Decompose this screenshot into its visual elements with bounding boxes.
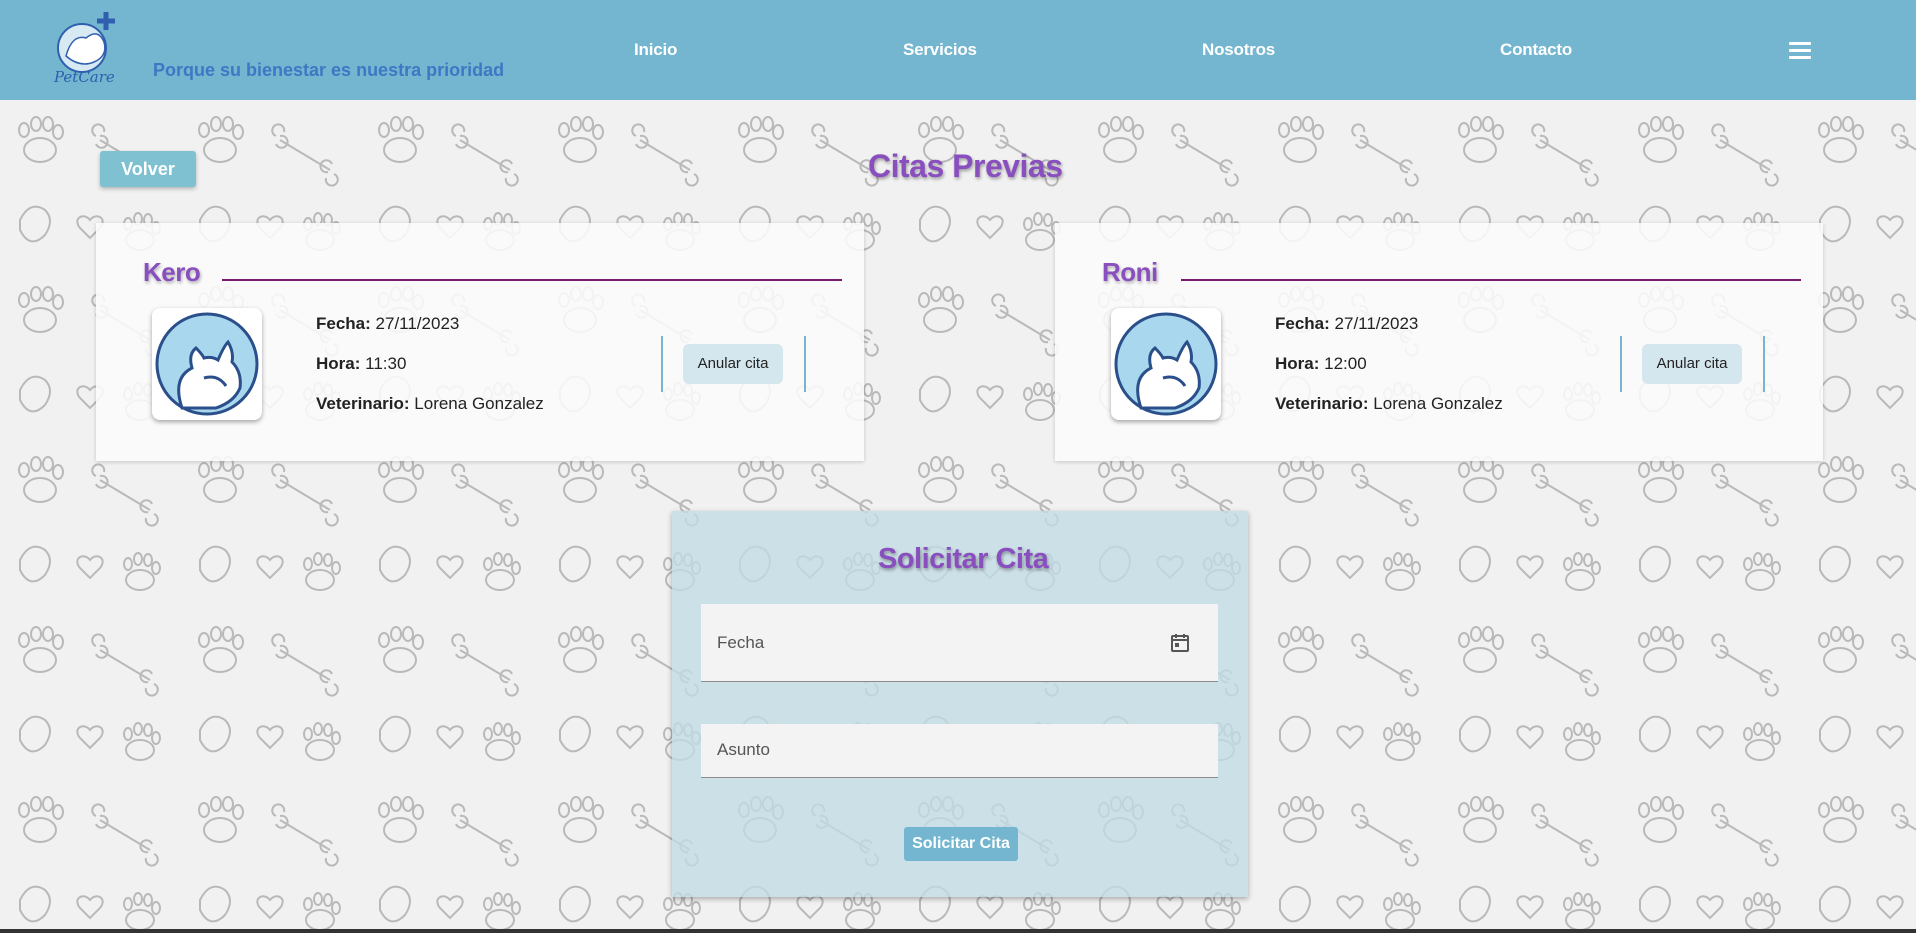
title-divider (1181, 279, 1801, 281)
vet-row: Veterinario: Lorena Gonzalez (1275, 394, 1503, 414)
fecha-field[interactable]: Fecha (701, 604, 1218, 682)
tagline: Porque su bienestar es nuestra prioridad (153, 60, 505, 80)
pet-avatar-icon (152, 308, 262, 420)
hora-row: Hora: 11:30 (316, 354, 406, 374)
title-divider (222, 279, 842, 281)
bottom-border (0, 929, 1916, 933)
hora-value: 12:00 (1324, 354, 1367, 373)
button-divider (804, 336, 806, 392)
request-appointment-form: Solicitar Cita Fecha Asunto Solicitar Ci… (672, 511, 1248, 897)
appointment-card: Roni Fecha: 27/11/2023 Hora: 12:00 Veter… (1055, 223, 1823, 461)
pet-avatar-icon (1111, 308, 1221, 420)
submit-appointment-button[interactable]: Solicitar Cita (904, 827, 1018, 861)
hora-label: Hora: (316, 354, 361, 373)
top-navbar: PetCare Porque su bienestar es nuestra p… (0, 0, 1916, 100)
nav-nosotros[interactable]: Nosotros (1202, 40, 1275, 60)
hora-value: 11:30 (365, 354, 407, 373)
vet-label: Veterinario: (1275, 394, 1369, 413)
fecha-value: 27/11/2023 (375, 314, 460, 333)
fecha-row: Fecha: 27/11/2023 (316, 314, 459, 334)
hamburger-menu-icon[interactable] (1789, 42, 1811, 60)
hora-row: Hora: 12:00 (1275, 354, 1367, 374)
button-divider (1620, 336, 1622, 392)
request-appointment-title: Solicitar Cita (878, 543, 1049, 575)
fecha-value: 27/11/2023 (1334, 314, 1419, 333)
button-divider (661, 336, 663, 392)
pet-name: Kero (143, 257, 201, 287)
fecha-label: Fecha: (316, 314, 371, 333)
back-button[interactable]: Volver (100, 151, 196, 187)
asunto-field-label: Asunto (717, 740, 770, 759)
cancel-appointment-button[interactable]: Anular cita (683, 344, 783, 384)
vet-label: Veterinario: (316, 394, 410, 413)
brand-name: PetCare (54, 68, 115, 86)
appointment-card: Kero Fecha: 27/11/2023 Hora: 11:30 Veter… (96, 223, 864, 461)
vet-value: Lorena Gonzalez (414, 394, 544, 413)
pet-name: Roni (1102, 257, 1158, 287)
asunto-field[interactable]: Asunto (701, 724, 1218, 778)
button-divider (1763, 336, 1765, 392)
vet-row: Veterinario: Lorena Gonzalez (316, 394, 544, 414)
cancel-appointment-button[interactable]: Anular cita (1642, 344, 1742, 384)
previous-appointments-title: Citas Previas (868, 148, 1063, 184)
nav-inicio[interactable]: Inicio (634, 40, 677, 60)
hora-label: Hora: (1275, 354, 1320, 373)
fecha-row: Fecha: 27/11/2023 (1275, 314, 1418, 334)
nav-servicios[interactable]: Servicios (903, 40, 977, 60)
vet-value: Lorena Gonzalez (1373, 394, 1503, 413)
fecha-field-label: Fecha (717, 633, 765, 652)
nav-contacto[interactable]: Contacto (1500, 40, 1572, 60)
calendar-icon[interactable] (1170, 633, 1190, 653)
fecha-label: Fecha: (1275, 314, 1330, 333)
